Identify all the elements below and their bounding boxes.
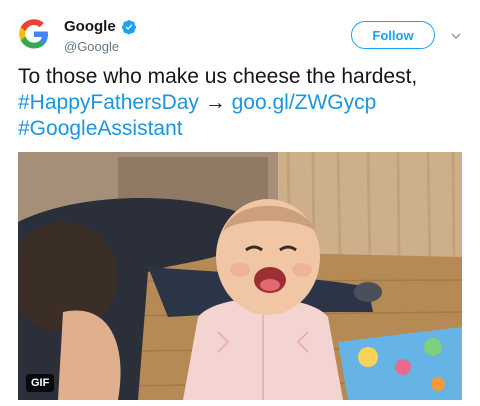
tweet-text: To those who make us cheese the hardest,… xyxy=(18,64,468,142)
verified-badge-icon xyxy=(121,19,137,35)
short-url-link[interactable]: goo.gl/ZWGycp xyxy=(232,91,377,114)
tweet-card: Google @Google Follow To those who make … xyxy=(0,0,480,406)
author-handle[interactable]: @Google xyxy=(64,39,119,55)
gif-badge: GIF xyxy=(26,374,55,392)
hashtag-link[interactable]: #GoogleAssistant xyxy=(18,117,183,140)
hashtag-link[interactable]: #HappyFathersDay xyxy=(18,91,199,114)
author-name-row[interactable]: Google xyxy=(64,18,137,36)
avatar[interactable] xyxy=(14,14,54,54)
gif-thumbnail-image xyxy=(18,152,462,400)
tweet-text-line: To those who make us cheese the hardest, xyxy=(18,65,418,88)
display-name[interactable]: Google xyxy=(64,18,116,36)
google-g-logo-icon xyxy=(19,19,48,49)
gif-media[interactable]: GIF xyxy=(18,152,462,400)
follow-button[interactable]: Follow xyxy=(351,21,435,49)
chevron-down-icon[interactable] xyxy=(450,30,462,42)
arrow-glyph: → xyxy=(204,91,226,114)
